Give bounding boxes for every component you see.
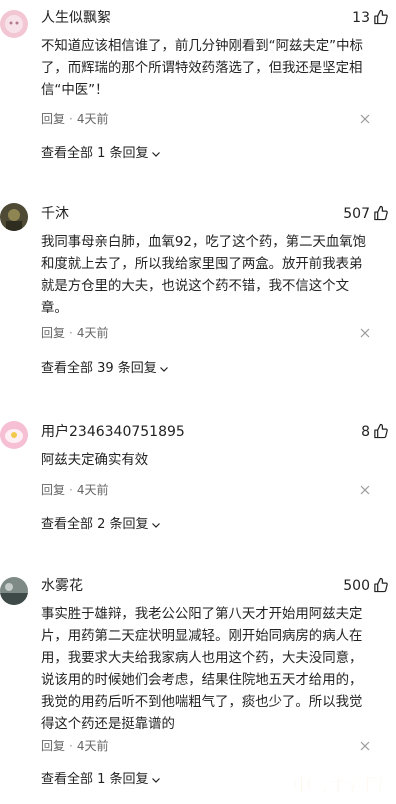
view-replies-link[interactable]: 查看全部 2 条回复 (41, 516, 161, 534)
username[interactable]: 千沐 (41, 205, 69, 223)
timestamp: 4天前 (76, 112, 109, 126)
chevron-down-icon (151, 777, 160, 783)
thumbs-up-icon[interactable] (373, 205, 388, 221)
thumbs-up-icon[interactable] (373, 9, 388, 25)
avatar[interactable] (0, 10, 28, 38)
comment-meta: 回复 · 4天前 (41, 112, 109, 126)
comment-text: 阿兹夫定确实有效 (41, 453, 149, 468)
comment-meta: 回复 · 4天前 (41, 326, 109, 340)
like-count: 8 (361, 424, 370, 440)
view-replies-link[interactable]: 查看全部 1 条回复 (41, 771, 161, 789)
comment-text: 不知道应该相信谁了，前几分钟刚看到“阿兹夫定”中标了，而辉瑞的那个所谓特效药落选… (41, 39, 363, 98)
reply-button[interactable]: 回复 (41, 483, 65, 497)
site-watermark: 中鲁手游网 (292, 772, 384, 798)
comment-meta: 回复 · 4天前 (41, 739, 109, 753)
reply-button[interactable]: 回复 (41, 739, 65, 753)
view-replies-link[interactable]: 查看全部 1 条回复 (41, 145, 161, 163)
like-count: 13 (352, 10, 370, 26)
comment-text: 事实胜于雄辩，我老公公阳了第八天才开始用阿兹夫定片，用药第二天症状明显减轻。刚开… (41, 607, 363, 732)
watermark-text: 中鲁手游网 (293, 775, 383, 797)
view-replies-label: 查看全部 1 条回复 (41, 772, 149, 787)
close-icon[interactable] (360, 741, 370, 751)
close-icon[interactable] (360, 485, 370, 495)
view-replies-label: 查看全部 2 条回复 (41, 517, 149, 532)
view-replies-label: 查看全部 39 条回复 (41, 361, 157, 376)
avatar[interactable] (0, 421, 28, 449)
timestamp: 4天前 (76, 326, 109, 340)
close-icon[interactable] (360, 328, 370, 338)
avatar[interactable] (0, 203, 28, 231)
reply-button[interactable]: 回复 (41, 112, 65, 126)
thumbs-up-icon[interactable] (373, 423, 388, 439)
avatar[interactable] (0, 577, 28, 605)
username[interactable]: 水雾花 (41, 577, 83, 595)
username[interactable]: 用户2346340751895 (41, 423, 185, 441)
close-icon[interactable] (360, 114, 370, 124)
timestamp: 4天前 (76, 483, 109, 497)
view-replies-link[interactable]: 查看全部 39 条回复 (41, 360, 169, 378)
reply-button[interactable]: 回复 (41, 326, 65, 340)
timestamp: 4天前 (76, 739, 109, 753)
thumbs-up-icon[interactable] (373, 577, 388, 593)
chevron-down-icon (151, 151, 160, 157)
username[interactable]: 人生似飘絮 (41, 9, 111, 27)
view-replies-label: 查看全部 1 条回复 (41, 146, 149, 161)
chevron-down-icon (151, 522, 160, 528)
like-count: 500 (343, 578, 370, 594)
comment-meta: 回复 · 4天前 (41, 483, 109, 497)
chevron-down-icon (159, 366, 168, 372)
comment-text: 我同事母亲白肺，血氧92，吃了这个药，第二天血氧饱和度就上去了，所以我给家里囤了… (41, 235, 367, 316)
like-count: 507 (343, 206, 370, 222)
